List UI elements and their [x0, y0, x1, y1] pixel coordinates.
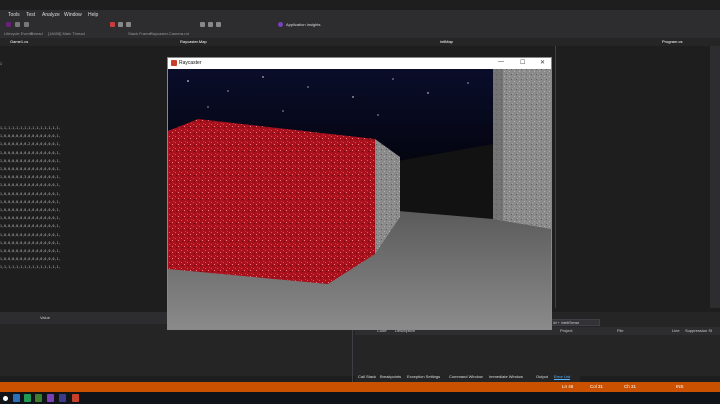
editor-tab-row: Game1.cs Raycaster.Map initMap Program.c… — [0, 38, 720, 46]
stack-frame-label: Stack Frame: — [128, 31, 152, 36]
menu-help[interactable]: Help — [88, 12, 98, 18]
taskbar — [0, 392, 720, 404]
code-line: 1,0,0,0,0,0,0,0,0,0,0,0,0,0,1, — [0, 183, 61, 188]
status-char: Ch 31 — [624, 384, 637, 389]
tab-exception-settings[interactable]: Exception Settings — [407, 374, 440, 379]
code-line: 1,0,0,0,0,0,0,0,0,0,0,0,0,0,1, — [0, 150, 61, 155]
status-line: Ln 46 — [562, 384, 574, 389]
code-line: 1,0,0,0,0,0,0,0,0,0,0,0,0,0,1, — [0, 191, 61, 196]
status-insert-mode: INS — [676, 384, 684, 389]
menu-window[interactable]: Window — [64, 12, 82, 18]
menu-bar: Tools Test Analyze Window Help — [0, 10, 720, 20]
project-column-header[interactable]: Project — [560, 328, 572, 333]
close-button[interactable]: ✕ — [540, 59, 545, 66]
raycaster-app-icon — [171, 60, 177, 66]
taskbar-visual-studio-icon[interactable] — [47, 394, 54, 402]
taskbar-app5-icon[interactable] — [59, 394, 66, 402]
code-line-marker: 1 — [0, 62, 3, 66]
stack-frame-select[interactable]: Raycaster.Camera.rot — [150, 31, 189, 36]
red-wall — [168, 119, 375, 284]
pause-icon[interactable] — [118, 22, 123, 27]
tab-game1[interactable]: Game1.cs — [10, 39, 28, 44]
taskbar-raycaster-icon[interactable] — [72, 394, 79, 402]
tab-immediate-window[interactable]: Immediate Window — [489, 374, 523, 379]
minimize-button[interactable]: — — [498, 59, 504, 65]
window-title: Raycaster — [179, 60, 202, 66]
line-column-header[interactable]: Line — [672, 328, 680, 333]
app-insights-icon[interactable] — [278, 22, 283, 27]
taskbar-app3-icon[interactable] — [35, 394, 42, 402]
code-line: 1,0,0,0,0,0,0,4,0,0,0,0,0,0,1, — [0, 208, 61, 212]
menu-test[interactable]: Test — [26, 12, 35, 18]
thread-label: Thread — [30, 31, 43, 36]
raycaster-window[interactable]: Raycaster — ☐ ✕ — [167, 57, 552, 330]
value-column-header: Value — [40, 315, 50, 320]
tab-program[interactable]: Program.cs — [662, 39, 682, 44]
code-line: 1,0,0,0,0,0,0,0,0,0,0,0,0,0,1, — [0, 199, 61, 204]
code-line: 1,0,0,0,0,0,0,0,0,0,0,0,0,0,1, — [0, 167, 61, 171]
tab-error-list[interactable]: Error List — [554, 374, 571, 380]
code-line: 1,0,0,0,0,0,0,0,0,0,0,0,0,0,1, — [0, 257, 61, 262]
nav-back-icon[interactable] — [15, 22, 20, 27]
start-icon[interactable] — [3, 396, 8, 401]
thread-select[interactable]: [18408] Main Thread — [48, 31, 85, 36]
file-column-header[interactable]: File — [617, 328, 623, 333]
app-insights-label[interactable]: Application Insights — [286, 22, 320, 27]
code-line: 1,0,0,0,0,0,0,2,0,0,0,0,0,0,1, — [0, 142, 61, 147]
raycast-scene — [168, 69, 551, 329]
tab-breakpoints[interactable]: Breakpoints — [380, 374, 401, 379]
menu-tools[interactable]: Tools — [8, 12, 20, 18]
toolbar: Application Insights Lifecycle Events Th… — [0, 20, 720, 38]
code-line: 1,0,0,0,0,0,0,0,0,0,0,0,0,0,1, — [0, 240, 61, 245]
render-viewport[interactable] — [168, 69, 551, 329]
suppression-column-header[interactable]: Suppression St — [685, 328, 712, 333]
code-line: 1,0,0,0,0,0,0,0,0,0,0,0,0,0,1, — [0, 224, 61, 229]
right-scrollbar[interactable] — [710, 46, 720, 308]
code-line: 1,1,1,1,1,1,1,1,1,1,1,1,1,1,1, — [0, 126, 61, 130]
tab-command-window[interactable]: Command Window — [449, 374, 483, 379]
code-line: 1,0,0,0,0,0,0,0,0,0,0,0,0,0,1, — [0, 232, 61, 237]
step-over-icon[interactable] — [200, 22, 205, 27]
menu-analyze[interactable]: Analyze — [42, 12, 60, 18]
code-line: 1,0,0,0,0,0,3,0,0,0,0,0,0,0,1, — [0, 175, 61, 180]
bottom-tab-bar: Call Stack Breakpoints Exception Setting… — [355, 372, 580, 382]
nav-forward-icon[interactable] — [24, 22, 29, 27]
tab-call-stack[interactable]: Call Stack — [358, 374, 376, 379]
tab-output[interactable]: Output — [536, 374, 548, 379]
code-line: 1,1,1,1,1,1,1,1,1,1,1,1,1,1,1, — [0, 265, 61, 270]
window-titlebar[interactable]: Raycaster — ☐ ✕ — [168, 58, 551, 69]
code-editor-right[interactable] — [555, 46, 720, 308]
maximize-button[interactable]: ☐ — [520, 59, 525, 66]
debug-icon[interactable] — [6, 22, 11, 27]
code-line: 1,0,0,0,0,0,0,0,0,0,0,0,0,0,1, — [0, 249, 61, 253]
code-line: 1,0,0,0,0,0,0,0,0,0,0,0,0,0,1, — [0, 134, 61, 139]
build-filter-dropdown[interactable]: ild + IntelliSense — [550, 319, 600, 326]
divider — [555, 46, 556, 308]
tab-raycaster-map[interactable]: Raycaster.Map — [180, 39, 207, 44]
build-filter-value: ild + IntelliSense — [553, 321, 580, 325]
code-editor-left[interactable]: 1 1,1,1,1,1,1,1,1,1,1,1,1,1,1,1, 1,0,0,0,… — [0, 46, 168, 308]
code-line: 1,0,0,0,0,0,0,0,0,0,0,0,0,0,1, — [0, 216, 61, 221]
step-out-icon[interactable] — [216, 22, 221, 27]
tab-initmap[interactable]: initMap — [440, 39, 453, 44]
status-column: Col 31 — [590, 384, 604, 389]
code-line: 1,0,0,0,0,0,0,0,0,0,0,0,0,0,1, — [0, 158, 61, 163]
lifecycle-label[interactable]: Lifecycle Events — [4, 31, 33, 36]
taskbar-app1-icon[interactable] — [13, 394, 20, 402]
right-wall-shade — [493, 69, 503, 220]
step-into-icon[interactable] — [208, 22, 213, 27]
status-bar: Ln 46 Col 31 Ch 31 INS — [0, 382, 720, 392]
top-strip — [0, 0, 720, 10]
restart-icon[interactable] — [126, 22, 131, 27]
stop-icon[interactable] — [110, 22, 115, 27]
taskbar-app2-icon[interactable] — [24, 394, 31, 402]
